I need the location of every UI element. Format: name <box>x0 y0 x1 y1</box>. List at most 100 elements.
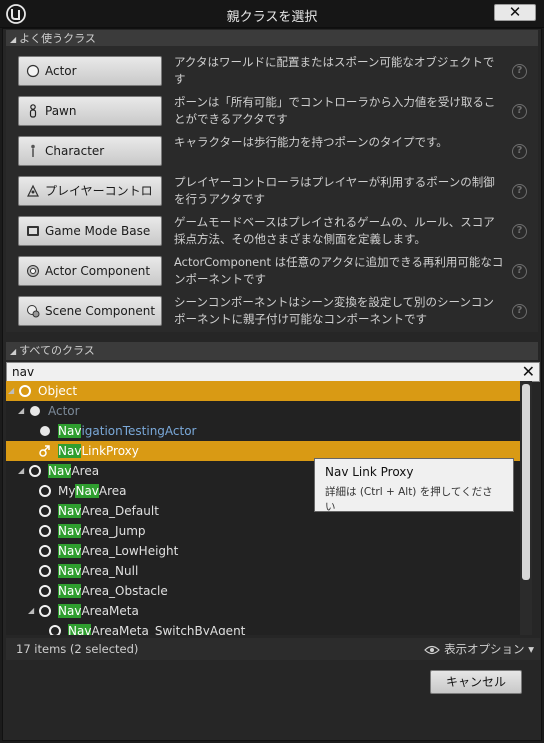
pawn-button-label: Pawn <box>45 104 77 118</box>
view-options-button[interactable]: 表示オプション ▾ <box>424 638 534 660</box>
actor-component-description: ActorComponent は任意のアクタに追加できる再利用可能なコンポーネン… <box>174 255 504 286</box>
help-icon[interactable]: ? <box>512 64 527 79</box>
scene-component-class-button[interactable]: Scene Component <box>18 296 162 326</box>
pawn-class-button[interactable]: Pawn <box>18 96 162 126</box>
help-icon[interactable]: ? <box>512 264 527 279</box>
tree-row-nav-area-meta[interactable]: ◢ NavAreaMeta <box>6 601 520 621</box>
search-match: Nav <box>58 444 82 458</box>
search-text: nav <box>12 365 35 379</box>
label-text: Actor <box>48 404 80 418</box>
window-title: 親クラスを選択 <box>226 10 318 25</box>
tree-row-navigation-testing-actor[interactable]: NavigationTestingActor <box>6 421 520 441</box>
character-figure-icon <box>31 144 35 157</box>
actor-sphere-icon <box>40 426 50 436</box>
search-match: Nav <box>48 464 72 478</box>
common-classes-panel: Actor アクタはワールドに配置またはスポーン可能なオブジェクトです ? Pa… <box>6 46 538 332</box>
tree-row-nav-area-null[interactable]: NavArea_Null <box>6 561 520 581</box>
class-circle-icon <box>39 565 51 577</box>
character-class-button[interactable]: Character <box>18 136 162 166</box>
class-circle-icon <box>29 465 41 477</box>
search-match: Nav <box>68 624 92 635</box>
label-text: Area <box>98 484 127 498</box>
label-text: Area_Null <box>81 564 139 578</box>
search-match: Nav <box>58 504 82 518</box>
class-circle-icon <box>39 545 51 557</box>
label-text: AreaMeta <box>81 604 139 618</box>
expand-arrow-icon[interactable]: ◢ <box>8 381 14 401</box>
actor-class-button[interactable]: Actor <box>18 56 162 86</box>
tree-row-nav-area-obstacle[interactable]: NavArea_Obstacle <box>6 581 520 601</box>
scene-component-icon <box>27 305 40 318</box>
expand-arrow-icon[interactable]: ◢ <box>18 461 24 481</box>
player-controller-icon <box>27 184 39 197</box>
class-circle-icon <box>39 505 51 517</box>
character-description: キャラクターは歩行能力を持つポーンのタイプです。 <box>174 135 448 149</box>
tree-row-label: NavArea <box>48 461 99 481</box>
class-circle-icon <box>39 525 51 537</box>
game-mode-base-class-button[interactable]: Game Mode Base <box>18 216 162 246</box>
actor-button-label: Actor <box>45 64 77 78</box>
tree-row-actor[interactable]: ◢ Actor <box>6 401 520 421</box>
expand-arrow-icon[interactable]: ◢ <box>18 401 24 421</box>
player-controller-class-button[interactable]: プレイヤーコントロ <box>18 176 162 206</box>
common-class-row: Actor アクタはワールドに配置またはスポーン可能なオブジェクトです ? <box>6 51 538 91</box>
search-match: Nav <box>58 584 82 598</box>
search-match: Nav <box>58 424 82 438</box>
class-circle-icon <box>39 485 51 497</box>
search-match: Nav <box>58 544 82 558</box>
pawn-description: ポーンは「所有可能」でコントローラから入力値を受け取ることができるアクタです <box>174 95 496 126</box>
collapse-triangle-icon: ◢ <box>10 347 17 356</box>
tree-row-nav-area-low-height[interactable]: NavArea_LowHeight <box>6 541 520 561</box>
tree-row-nav-area-jump[interactable]: NavArea_Jump <box>6 521 520 541</box>
actor-sphere-icon <box>30 406 40 416</box>
eye-icon <box>424 645 441 654</box>
all-classes-header[interactable]: ◢ すべてのクラス <box>6 342 538 360</box>
game-mode-base-button-label: Game Mode Base <box>45 224 151 238</box>
label-text: Area_Jump <box>81 524 146 538</box>
label-text: Object <box>38 384 78 398</box>
label-text: igationTestingActor <box>81 424 197 438</box>
actor-component-class-button[interactable]: Actor Component <box>18 256 162 286</box>
actor-description: アクタはワールドに配置またはスポーン可能なオブジェクトです <box>174 55 495 86</box>
title-bar: 親クラスを選択 ✕ <box>0 0 544 28</box>
actor-sphere-icon <box>26 64 40 78</box>
tree-row-label: NavAreaMeta <box>58 601 139 621</box>
view-options-label: 表示オプション <box>444 642 525 656</box>
tree-row-label: NavArea_LowHeight <box>58 541 178 561</box>
tree-row-label: NavArea_Jump <box>58 521 146 541</box>
tree-row-label: NavLinkProxy <box>58 441 139 461</box>
help-icon[interactable]: ? <box>512 104 527 119</box>
common-class-row: プレイヤーコントロ プレイヤーコントローラはプレイヤーが利用するポーンの制御を行… <box>6 171 538 211</box>
common-class-row: Character キャラクターは歩行能力を持つポーンのタイプです。 ? <box>6 131 538 171</box>
common-class-row: Pawn ポーンは「所有可能」でコントローラから入力値を受け取ることができるアク… <box>6 91 538 131</box>
class-circle-icon <box>39 585 51 597</box>
label-text: Area_LowHeight <box>81 544 179 558</box>
class-circle-icon <box>39 605 51 617</box>
tree-row-label: NavigationTestingActor <box>58 421 197 441</box>
common-class-row: Scene Component シーンコンポーネントはシーン変換を設定して別のシ… <box>6 291 538 331</box>
help-icon[interactable]: ? <box>512 304 527 319</box>
tree-row-label: Actor <box>48 401 80 421</box>
tree-row-object[interactable]: ◢ Object <box>6 381 520 401</box>
close-button[interactable]: ✕ <box>494 4 536 21</box>
help-icon[interactable]: ? <box>512 224 527 239</box>
actor-component-button-label: Actor Component <box>45 264 151 278</box>
tooltip-hint: 詳細は (Ctrl + Alt) を押してください <box>325 486 493 513</box>
search-match: Nav <box>58 604 82 618</box>
help-icon[interactable]: ? <box>512 144 527 159</box>
expand-arrow-icon[interactable]: ◢ <box>28 601 34 621</box>
character-button-label: Character <box>45 144 105 158</box>
status-bar: 17 items (2 selected) 表示オプション ▾ <box>6 638 540 660</box>
class-search-input[interactable]: nav ✕ <box>6 362 540 382</box>
tree-row-nav-area-meta-switch-by-agent[interactable]: NavAreaMeta_SwitchByAgent <box>6 621 520 635</box>
label-text: LinkProxy <box>81 444 139 458</box>
label-text: AreaMeta_SwitchByAgent <box>91 624 246 635</box>
tree-scrollbar-thumb[interactable] <box>522 384 530 580</box>
search-match: Nav <box>75 484 99 498</box>
all-classes-title: すべてのクラス <box>19 344 95 357</box>
cancel-button[interactable]: キャンセル <box>430 670 522 694</box>
label-text: Area_Obstacle <box>81 584 168 598</box>
player-controller-button-label: プレイヤーコントロ <box>45 184 153 198</box>
help-icon[interactable]: ? <box>512 184 527 199</box>
clear-search-icon[interactable]: ✕ <box>522 363 535 381</box>
